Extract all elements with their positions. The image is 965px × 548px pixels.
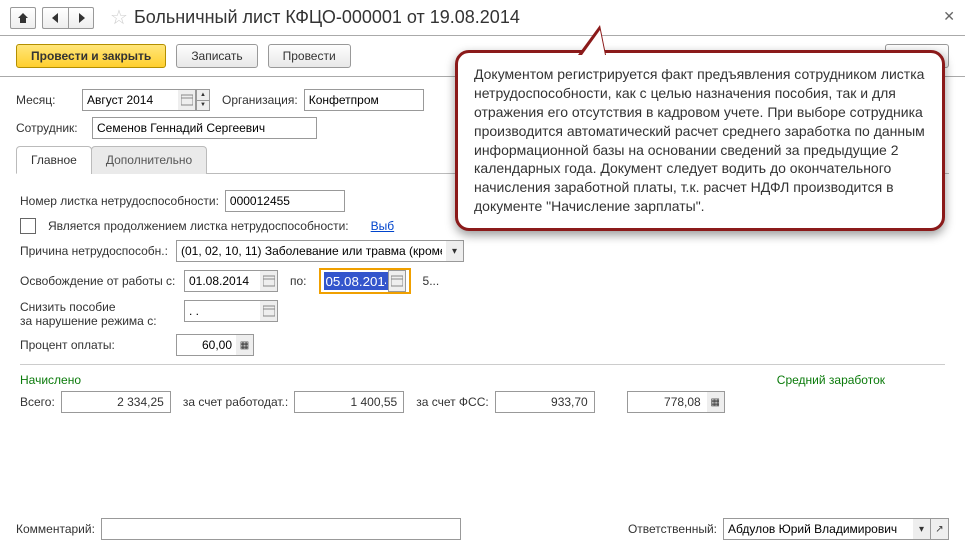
arrow-left-icon (50, 13, 62, 23)
release-label: Освобождение от работы с: (20, 274, 178, 288)
reason-label: Причина нетрудоспособн.: (20, 244, 170, 258)
forward-button[interactable] (68, 7, 94, 29)
percent-field[interactable]: ▦ (176, 334, 254, 356)
reduce-label-2: за нарушение режима с: (20, 314, 170, 328)
submit-close-button[interactable]: Провести и закрыть (16, 44, 166, 68)
percent-label: Процент оплаты: (20, 338, 170, 352)
page-title: Больничный лист КФЦО-000001 от 19.08.201… (134, 7, 520, 28)
org-label: Организация: (222, 93, 298, 107)
month-field[interactable]: ▲▼ (82, 89, 210, 111)
dropdown-icon[interactable]: ▾ (446, 240, 464, 262)
reduce-date-field[interactable] (184, 300, 278, 322)
close-button[interactable]: ✕ (943, 8, 955, 25)
help-callout: Документом регистрируется факт предъявле… (455, 50, 945, 231)
total-value: 2 334,25 (61, 391, 171, 413)
release-to-label: по: (290, 274, 307, 288)
submit-button[interactable]: Провести (268, 44, 351, 68)
responsible-label: Ответственный: (628, 522, 717, 536)
month-picker-icon[interactable] (178, 89, 196, 111)
fss-value: 933,70 (495, 391, 595, 413)
responsible-field[interactable]: ▾ ↗ (723, 518, 949, 540)
callout-text: Документом регистрируется факт предъявле… (474, 66, 925, 214)
save-button[interactable]: Записать (176, 44, 257, 68)
tab-additional[interactable]: Дополнительно (91, 146, 207, 174)
continuation-link[interactable]: Выб (371, 219, 395, 233)
calc-icon[interactable]: ▦ (236, 334, 254, 356)
employee-label: Сотрудник: (16, 121, 86, 135)
favorite-star-icon[interactable]: ☆ (110, 5, 128, 30)
home-icon (17, 12, 29, 24)
release-days: 5... (423, 274, 440, 288)
calendar-month-icon (181, 94, 193, 106)
reduce-label-1: Снизить пособие (20, 300, 170, 314)
fss-label: за счет ФСС: (416, 395, 489, 409)
tab-main[interactable]: Главное (16, 146, 92, 174)
sheet-num-field[interactable] (225, 190, 345, 212)
release-to-field[interactable] (319, 268, 411, 294)
calendar-icon[interactable] (260, 270, 278, 292)
calc-icon[interactable]: ▦ (707, 391, 725, 413)
arrow-right-icon (75, 13, 87, 23)
home-button[interactable] (10, 7, 36, 29)
accrued-link[interactable]: Начислено (20, 373, 81, 387)
avg-salary-link[interactable]: Средний заработок (777, 373, 885, 387)
total-label: Всего: (20, 395, 55, 409)
avg-value-field[interactable]: 778,08 ▦ (627, 391, 725, 413)
back-button[interactable] (42, 7, 68, 29)
sheet-num-label: Номер листка нетрудоспособности: (20, 194, 219, 208)
release-from-field[interactable] (184, 270, 278, 292)
month-spinner[interactable]: ▲▼ (196, 89, 210, 111)
calendar-icon[interactable] (260, 300, 278, 322)
employer-label: за счет работодат.: (183, 395, 288, 409)
org-field[interactable] (304, 89, 424, 111)
comment-label: Комментарий: (16, 522, 95, 536)
continuation-checkbox[interactable] (20, 218, 36, 234)
continuation-label: Является продолжением листка нетрудоспос… (48, 219, 349, 233)
employer-value: 1 400,55 (294, 391, 404, 413)
reason-field[interactable]: ▾ (176, 240, 464, 262)
employee-field[interactable] (92, 117, 317, 139)
comment-field[interactable] (101, 518, 461, 540)
month-label: Месяц: (16, 93, 76, 107)
open-icon[interactable]: ↗ (931, 518, 949, 540)
calendar-icon[interactable] (388, 270, 406, 292)
dropdown-icon[interactable]: ▾ (913, 518, 931, 540)
